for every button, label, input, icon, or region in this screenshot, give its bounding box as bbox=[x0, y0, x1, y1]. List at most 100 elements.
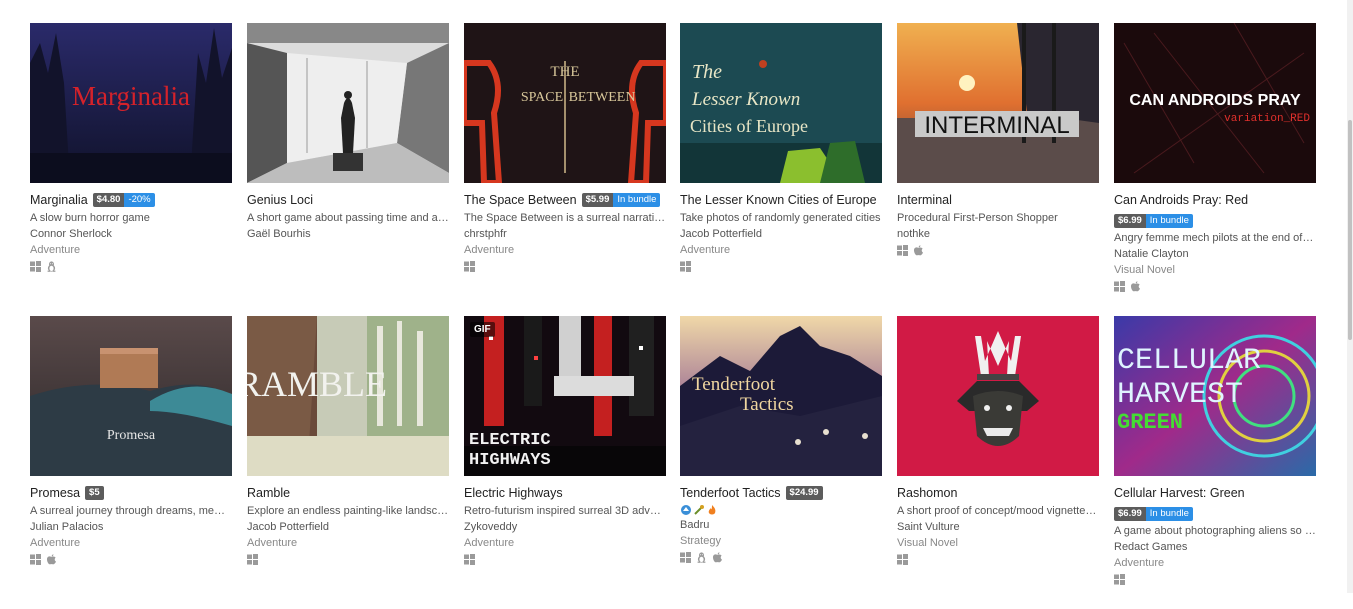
page-scrollbar[interactable] bbox=[1347, 0, 1353, 593]
game-cell: RAMBLE Ramble Explore an endless paintin… bbox=[247, 316, 449, 565]
linux-icon bbox=[46, 261, 57, 272]
game-thumbnail[interactable]: Marginalia bbox=[30, 23, 232, 183]
apple-icon bbox=[712, 552, 723, 563]
game-description: A game about photographing aliens so tha… bbox=[1114, 525, 1316, 537]
price-badge: $5.99 In bundle bbox=[581, 193, 661, 207]
windows-icon bbox=[30, 261, 41, 272]
game-genre: Adventure bbox=[464, 537, 515, 549]
game-description: Angry femme mech pilots at the end of th… bbox=[1114, 232, 1316, 244]
game-author[interactable]: Zykoveddy bbox=[464, 520, 666, 534]
game-title[interactable]: The Lesser Known Cities of Europe bbox=[680, 192, 877, 208]
price-badge: $24.99 bbox=[785, 486, 823, 500]
game-genre: Strategy bbox=[680, 535, 721, 547]
game-genre: Adventure bbox=[464, 244, 515, 256]
svg-text:variation_RED: variation_RED bbox=[1224, 113, 1310, 125]
game-author[interactable]: Redact Games bbox=[1114, 540, 1316, 554]
game-thumbnail[interactable]: CELLULAR HARVEST GREEN bbox=[1114, 316, 1316, 476]
scrollbar-thumb[interactable] bbox=[1348, 120, 1352, 340]
game-thumbnail[interactable]: THE SPACE BETWEEN bbox=[464, 23, 666, 183]
promesa-cover-art: Promesa bbox=[30, 316, 232, 476]
game-row: Promesa Promesa $5 A surreal journey thr… bbox=[30, 316, 1316, 609]
svg-text:The: The bbox=[692, 61, 722, 83]
platform-icons bbox=[1114, 574, 1316, 585]
price-label: $4.80 bbox=[92, 193, 125, 207]
game-genre: Adventure bbox=[247, 537, 298, 549]
windows-icon bbox=[30, 554, 41, 565]
game-thumbnail[interactable]: INTERMINAL bbox=[897, 23, 1099, 183]
game-description: A short game about passing time and arch… bbox=[247, 212, 449, 224]
game-author[interactable]: Natalie Clayton bbox=[1114, 247, 1316, 261]
game-title[interactable]: Interminal bbox=[897, 192, 952, 208]
game-author[interactable]: nothke bbox=[897, 227, 1099, 241]
game-title[interactable]: Promesa bbox=[30, 485, 80, 501]
game-title[interactable]: Rashomon bbox=[897, 485, 957, 501]
game-author[interactable]: Jacob Potterfield bbox=[680, 227, 882, 241]
price-badge: $6.99 In bundle bbox=[1114, 507, 1193, 521]
game-title[interactable]: The Space Between bbox=[464, 192, 577, 208]
svg-text:Tenderfoot: Tenderfoot bbox=[692, 374, 776, 395]
bundle-label: In bundle bbox=[613, 193, 661, 207]
game-thumbnail[interactable] bbox=[247, 23, 449, 183]
game-title[interactable]: Electric Highways bbox=[464, 485, 563, 501]
svg-text:CAN ANDROIDS PRAY: CAN ANDROIDS PRAY bbox=[1129, 92, 1301, 109]
game-title[interactable]: Can Androids Pray: Red bbox=[1114, 192, 1248, 208]
cellular-harvest-cover-art: CELLULAR HARVEST GREEN bbox=[1114, 316, 1316, 476]
rashomon-cover-art bbox=[897, 316, 1099, 476]
game-thumbnail[interactable]: CAN ANDROIDS PRAY variation_RED bbox=[1114, 23, 1316, 183]
game-thumbnail[interactable]: RAMBLE bbox=[247, 316, 449, 476]
windows-icon bbox=[464, 261, 475, 272]
price-label: $6.99 bbox=[1114, 507, 1146, 521]
price-label: $24.99 bbox=[785, 486, 823, 500]
game-title[interactable]: Cellular Harvest: Green bbox=[1114, 485, 1245, 501]
game-thumbnail[interactable]: Promesa bbox=[30, 316, 232, 476]
game-author[interactable]: Badru bbox=[680, 518, 882, 532]
bundle-label: In bundle bbox=[1145, 507, 1193, 521]
price-label: $5.99 bbox=[581, 193, 614, 207]
gif-badge: GIF bbox=[470, 322, 495, 337]
game-thumbnail[interactable]: Tenderfoot Tactics bbox=[680, 316, 882, 476]
game-author[interactable]: chrstphfr bbox=[464, 227, 666, 241]
can-androids-pray-cover-art: CAN ANDROIDS PRAY variation_RED bbox=[1114, 23, 1316, 183]
game-title[interactable]: Genius Loci bbox=[247, 192, 313, 208]
windows-icon bbox=[247, 554, 258, 565]
platform-icons bbox=[680, 552, 882, 563]
svg-text:Promesa: Promesa bbox=[107, 428, 156, 443]
svg-text:BETWEEN: BETWEEN bbox=[569, 90, 636, 105]
platform-icons bbox=[680, 261, 882, 272]
ramble-cover-art: RAMBLE bbox=[247, 316, 449, 476]
platform-icons bbox=[897, 554, 1099, 565]
svg-text:HIGHWAYS: HIGHWAYS bbox=[469, 451, 551, 470]
game-author[interactable]: Connor Sherlock bbox=[30, 227, 232, 241]
svg-text:ELECTRIC: ELECTRIC bbox=[469, 431, 551, 450]
apple-icon bbox=[46, 554, 57, 565]
game-author[interactable]: Jacob Potterfield bbox=[247, 520, 449, 534]
svg-text:SPACE: SPACE bbox=[521, 90, 563, 105]
sale-label: -20% bbox=[124, 193, 155, 207]
game-cell: CAN ANDROIDS PRAY variation_RED Can Andr… bbox=[1114, 23, 1316, 292]
game-title[interactable]: Ramble bbox=[247, 485, 290, 501]
game-title[interactable]: Tenderfoot Tactics bbox=[680, 485, 781, 501]
game-thumbnail[interactable]: ELECTRIC HIGHWAYS GIF bbox=[464, 316, 666, 476]
game-cell: THE SPACE BETWEEN The Space Between $5.9… bbox=[464, 23, 666, 272]
game-author[interactable]: Gaël Bourhis bbox=[247, 227, 449, 241]
game-author[interactable]: Saint Vulture bbox=[897, 520, 1099, 534]
svg-text:Lesser Known: Lesser Known bbox=[691, 89, 800, 110]
svg-text:INTERMINAL: INTERMINAL bbox=[924, 112, 1069, 139]
game-description: A slow burn horror game bbox=[30, 212, 150, 224]
electric-highways-cover-art: ELECTRIC HIGHWAYS bbox=[464, 316, 666, 476]
svg-text:THE: THE bbox=[550, 64, 579, 80]
game-thumbnail[interactable] bbox=[897, 316, 1099, 476]
game-description: Take photos of randomly generated cities bbox=[680, 212, 881, 224]
svg-text:HARVEST: HARVEST bbox=[1117, 378, 1243, 412]
price-label: $6.99 bbox=[1114, 214, 1146, 228]
game-title[interactable]: Marginalia bbox=[30, 192, 88, 208]
platform-icons bbox=[1114, 281, 1316, 292]
platform-icons bbox=[30, 554, 232, 565]
game-author[interactable]: Julian Palacios bbox=[30, 520, 232, 534]
game-thumbnail[interactable]: The Lesser Known Cities of Europe bbox=[680, 23, 882, 183]
svg-text:GREEN: GREEN bbox=[1117, 410, 1183, 435]
game-cell: The Lesser Known Cities of Europe The Le… bbox=[680, 23, 882, 272]
game-cell: ELECTRIC HIGHWAYS GIF Electric Highways … bbox=[464, 316, 666, 565]
game-genre: Adventure bbox=[1114, 557, 1165, 569]
windows-icon bbox=[1114, 281, 1125, 292]
